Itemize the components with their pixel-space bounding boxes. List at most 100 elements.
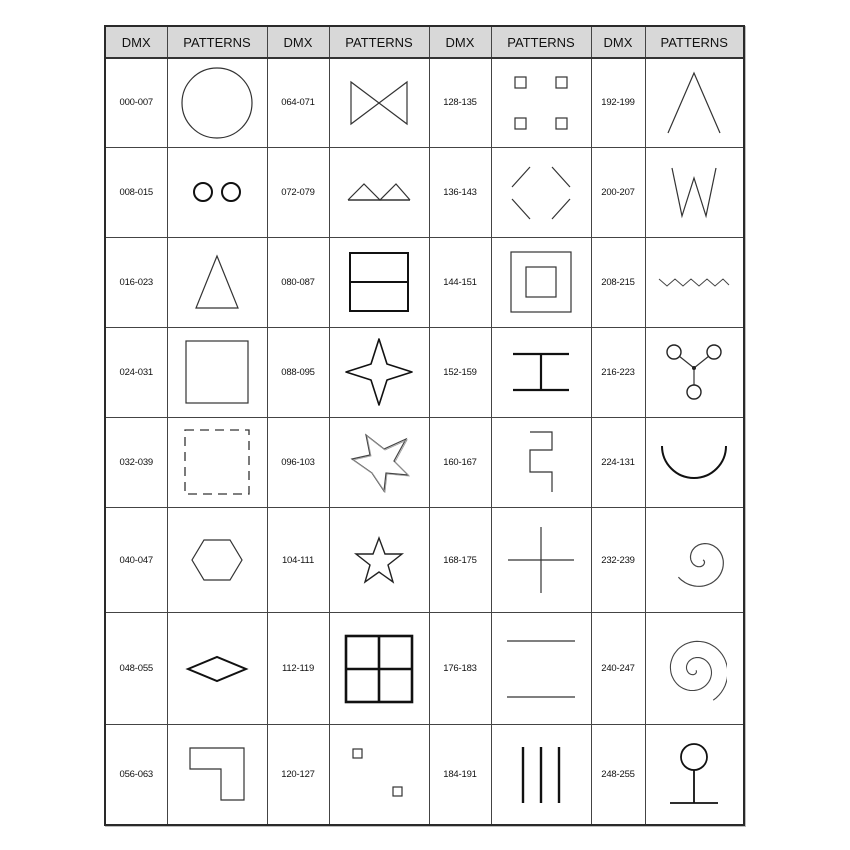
pattern-cell: [491, 612, 592, 726]
pattern-cell: [645, 237, 744, 328]
dmx-range-cell: 200-207: [591, 147, 646, 238]
dashed-square-icon: [168, 426, 267, 498]
i-beam-icon: [492, 350, 591, 394]
hexagon-icon: [168, 536, 267, 584]
dmx-range-cell: 104-111: [267, 507, 330, 614]
dmx-range-cell: 152-159: [429, 327, 492, 418]
pattern-cell: [491, 417, 592, 509]
dmx-range-cell: 120-127: [267, 724, 330, 824]
small-spiral-icon: [646, 528, 744, 592]
header-patterns: PATTERNS: [329, 27, 430, 59]
pattern-cell: [167, 147, 268, 238]
dmx-range-cell: 096-103: [267, 417, 330, 509]
pattern-cell: [167, 58, 268, 148]
dmx-range-cell: 128-135: [429, 58, 492, 148]
dmx-range-cell: 000-007: [106, 58, 168, 148]
y-three-circles-icon: [646, 342, 744, 402]
dmx-range-cell: 240-247: [591, 612, 646, 726]
pattern-cell: [329, 507, 430, 614]
dmx-range-cell: 024-031: [106, 327, 168, 418]
table-row: 048-055 112-119 176-183 240-247: [106, 612, 744, 726]
table-row: 032-039 096-103 160-167 224-131: [106, 417, 744, 509]
dmx-range-cell: 208-215: [591, 237, 646, 328]
pattern-cell: [491, 327, 592, 418]
bowtie-icon: [330, 78, 429, 128]
dmx-range-cell: 184-191: [429, 724, 492, 824]
table-row: 024-031 088-095 152-159 216-223: [106, 327, 744, 418]
four-small-squares-icon: [492, 73, 591, 133]
u-arc-icon: [646, 442, 744, 482]
two-horizontal-lines-icon: [492, 637, 591, 701]
pattern-cell: [491, 507, 592, 614]
pattern-cell: [167, 237, 268, 328]
table-row: 056-063 120-127 184-191 248-255: [106, 724, 743, 824]
header-dmx: DMX: [429, 27, 492, 59]
dmx-range-cell: 224-131: [591, 417, 646, 509]
two-circles-icon: [168, 177, 267, 207]
header-dmx: DMX: [591, 27, 646, 59]
dmx-range-cell: 040-047: [106, 507, 168, 614]
pattern-cell: [329, 724, 430, 824]
inverted-v-icon: [646, 69, 744, 137]
dmx-range-cell: 176-183: [429, 612, 492, 726]
table-row: 040-047 104-111 168-175 232-239: [106, 507, 744, 614]
header-patterns: PATTERNS: [645, 27, 743, 59]
dmx-range-cell: 016-023: [106, 237, 168, 328]
pattern-cell: [645, 327, 744, 418]
dmx-range-cell: 032-039: [106, 417, 168, 509]
rhombus-icon: [168, 653, 267, 685]
pattern-cell: [329, 327, 430, 418]
header-row: DMX PATTERNS DMX PATTERNS DMX PATTERNS D…: [106, 27, 743, 59]
circle-icon: [168, 63, 267, 143]
window-grid-icon: [330, 633, 429, 705]
pattern-cell: [645, 58, 744, 148]
large-spiral-icon: [646, 630, 744, 708]
dmx-pattern-table: DMX PATTERNS DMX PATTERNS DMX PATTERNS D…: [106, 27, 743, 824]
pinwheel-star-icon: [330, 429, 429, 495]
pattern-cell: [491, 58, 592, 148]
pattern-cell: [167, 327, 268, 418]
pattern-cell: [167, 724, 268, 824]
l-shape-icon: [168, 745, 267, 805]
pattern-cell: [491, 724, 592, 824]
dmx-range-cell: 064-071: [267, 58, 330, 148]
double-peak-icon: [330, 180, 429, 204]
dmx-range-cell: 144-151: [429, 237, 492, 328]
dmx-range-cell: 088-095: [267, 327, 330, 418]
pattern-cell: [167, 612, 268, 726]
dmx-range-cell: 232-239: [591, 507, 646, 614]
dmx-range-cell: 160-167: [429, 417, 492, 509]
header-dmx: DMX: [106, 27, 168, 59]
dmx-range-cell: 072-079: [267, 147, 330, 238]
header-patterns: PATTERNS: [491, 27, 592, 59]
pattern-cell: [167, 507, 268, 614]
cross-icon: [492, 524, 591, 596]
dmx-range-cell: 168-175: [429, 507, 492, 614]
five-point-star-icon: [330, 535, 429, 585]
pattern-cell: [329, 417, 430, 509]
zigzag-icon: [646, 274, 744, 290]
w-shape-icon: [646, 164, 744, 220]
pattern-cell: [329, 237, 430, 328]
pattern-cell: [329, 58, 430, 148]
pattern-cell: [645, 612, 744, 726]
dmx-pattern-table-frame: DMX PATTERNS DMX PATTERNS DMX PATTERNS D…: [104, 25, 745, 826]
dmx-range-cell: 192-199: [591, 58, 646, 148]
pattern-cell: [645, 417, 744, 509]
table-row: 000-007 064-071 128-135 192-199: [106, 58, 744, 148]
table-row: 008-015 072-079 136-143 200-207: [106, 147, 744, 238]
diamond-corner-brackets-icon: [492, 159, 591, 225]
square-icon: [168, 337, 267, 407]
pattern-cell: [645, 507, 744, 614]
split-square-icon: [330, 250, 429, 314]
four-point-star-icon: [330, 336, 429, 408]
header-patterns: PATTERNS: [167, 27, 268, 59]
pattern-cell: [167, 417, 268, 509]
dmx-range-cell: 008-015: [106, 147, 168, 238]
dmx-range-cell: 216-223: [591, 327, 646, 418]
pattern-cell: [329, 612, 430, 726]
s-serpentine-icon: [492, 428, 591, 496]
three-vertical-lines-icon: [492, 743, 591, 807]
pattern-cell: [645, 147, 744, 238]
pattern-cell: [491, 237, 592, 328]
